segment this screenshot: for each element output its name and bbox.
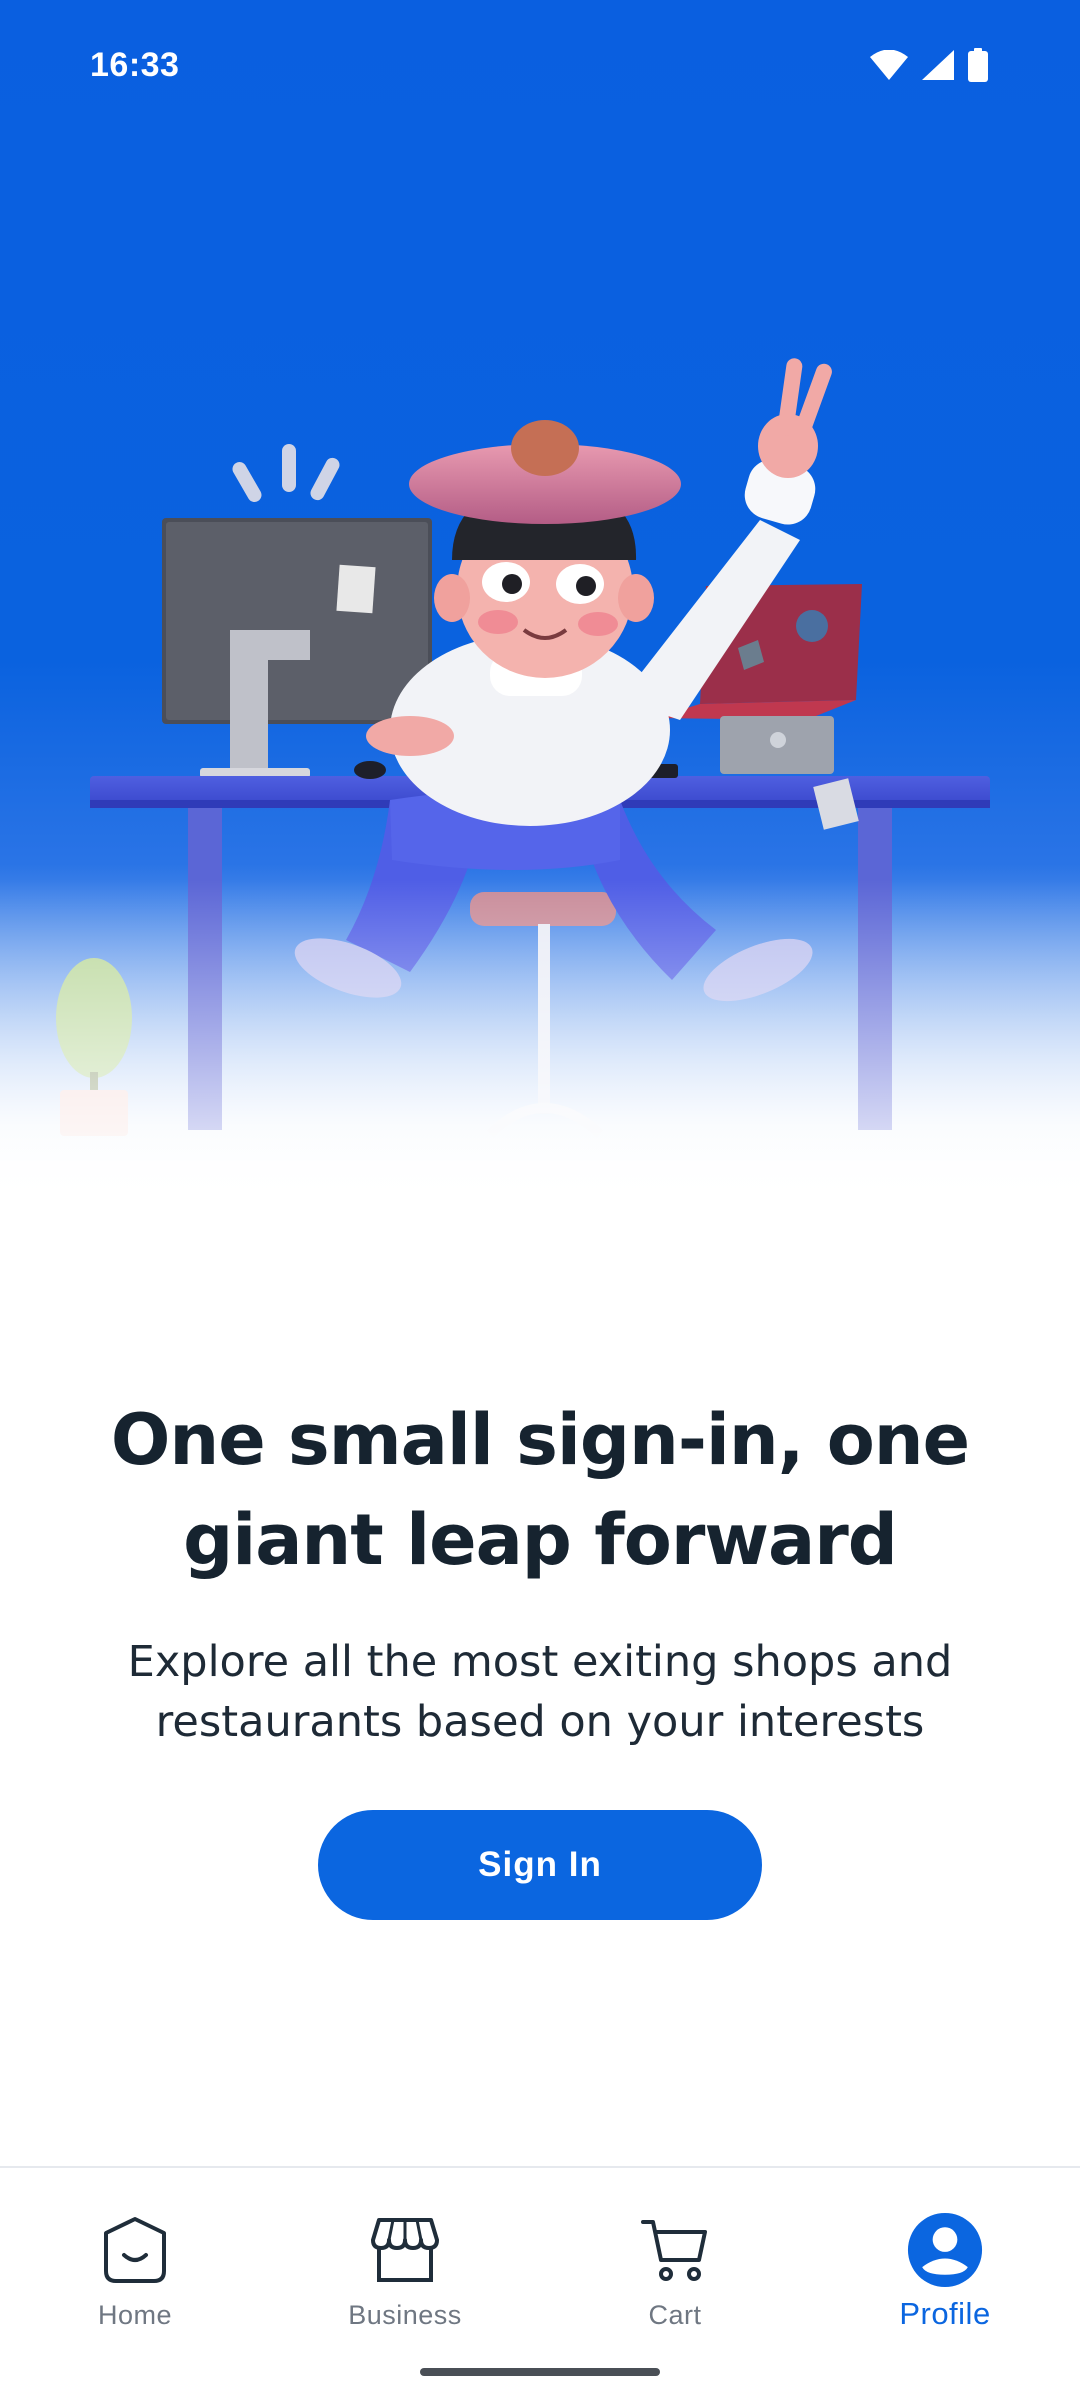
hero-banner bbox=[0, 0, 1080, 1200]
home-face-icon bbox=[97, 2212, 173, 2288]
home-indicator-bar[interactable] bbox=[420, 2368, 660, 2376]
status-icons bbox=[870, 48, 988, 82]
cellular-signal-icon bbox=[922, 50, 954, 80]
nav-label-home: Home bbox=[97, 2300, 173, 2330]
nav-label-profile: Profile bbox=[899, 2296, 991, 2331]
wifi-icon bbox=[870, 50, 908, 80]
nav-item-cart[interactable]: Cart bbox=[575, 2212, 775, 2352]
storefront-icon bbox=[367, 2212, 443, 2288]
bottom-nav: Home Business Cart Profile bbox=[0, 2166, 1080, 2400]
status-time: 16:33 bbox=[90, 45, 180, 84]
nav-label-cart: Cart bbox=[648, 2300, 702, 2330]
sign-in-screen: 16:33 One small sign-in, one giant leap … bbox=[0, 0, 1080, 2400]
battery-icon bbox=[968, 48, 988, 82]
headline: One small sign-in, one giant leap forwar… bbox=[110, 1399, 970, 1581]
nav-item-home[interactable]: Home bbox=[35, 2212, 235, 2352]
nav-label-business: Business bbox=[348, 2300, 462, 2330]
status-bar: 16:33 bbox=[0, 0, 1080, 130]
person-at-desk-waving-illustration bbox=[0, 358, 1080, 1200]
profile-icon bbox=[907, 2212, 983, 2288]
cart-icon bbox=[637, 2212, 713, 2288]
nav-item-profile[interactable]: Profile bbox=[845, 2212, 1045, 2352]
subtitle: Explore all the most exiting shops and r… bbox=[127, 1637, 953, 1747]
sign-in-button[interactable]: Sign In bbox=[318, 1810, 762, 1920]
nav-item-business[interactable]: Business bbox=[305, 2212, 505, 2352]
